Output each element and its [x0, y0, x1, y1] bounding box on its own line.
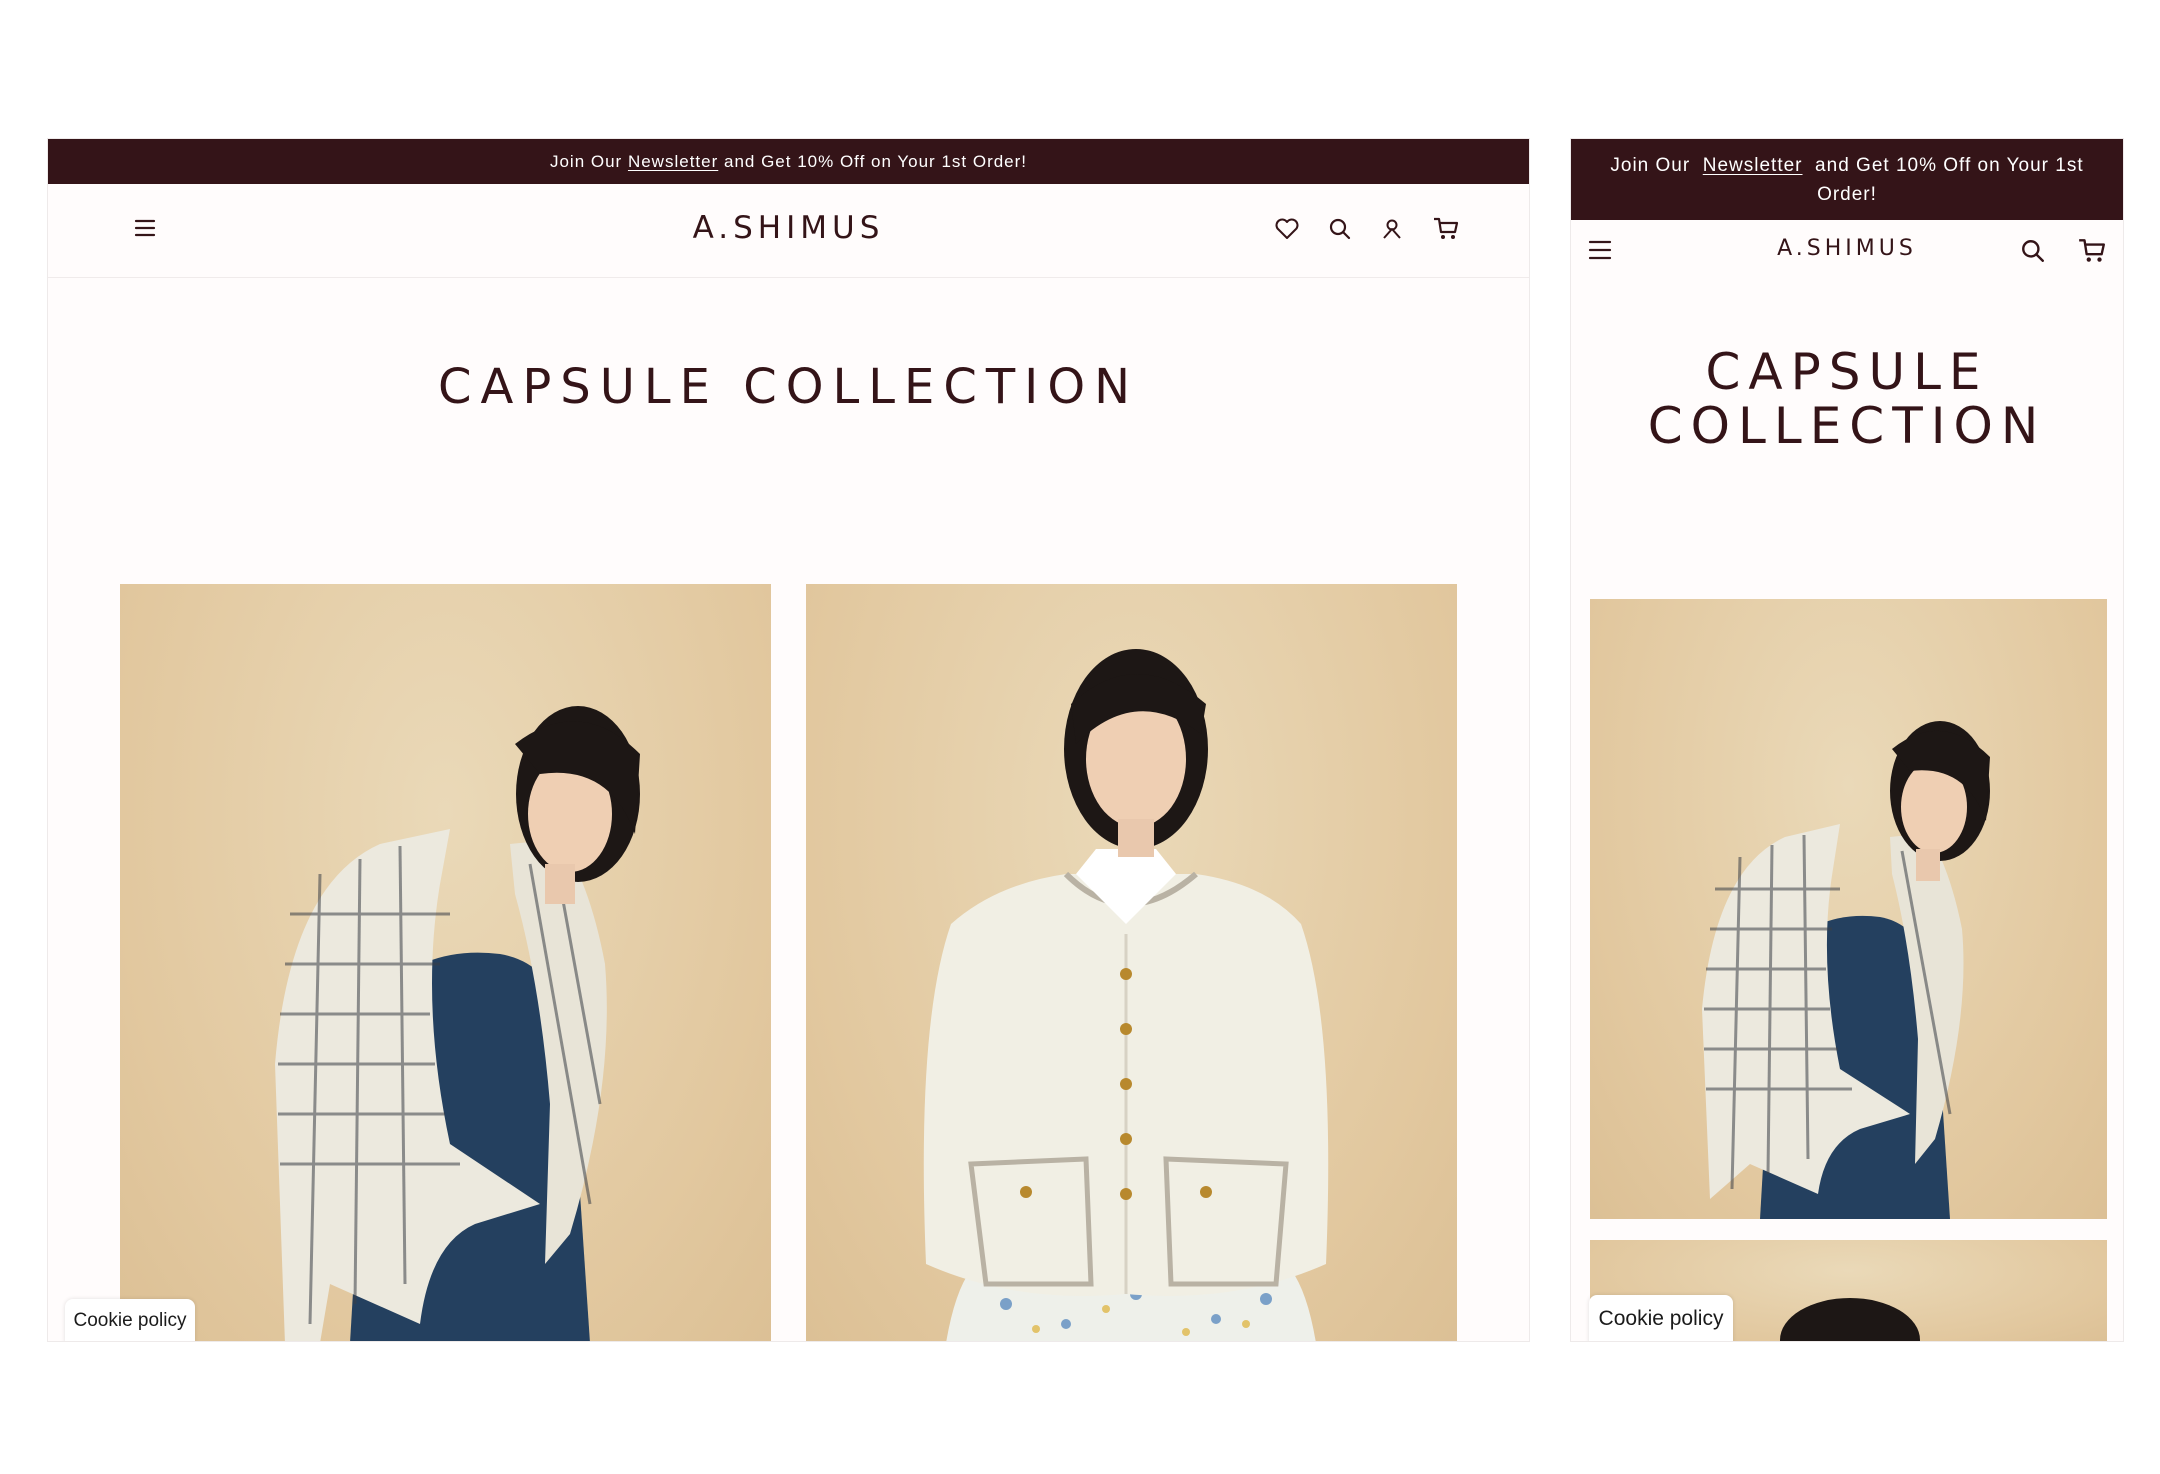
newsletter-link[interactable]: Newsletter: [628, 152, 718, 172]
heart-icon[interactable]: [1274, 217, 1300, 241]
announcement-suffix: and Get 10% Off on Your 1st Order!: [724, 151, 1028, 171]
announcement-bar: Join Our Newsletter and Get 10% Off on Y…: [48, 139, 1529, 184]
site-header: A.SHIMUS: [48, 184, 1529, 278]
product-image-tweed-jacket[interactable]: [120, 584, 771, 1341]
product-image-tweed-jacket[interactable]: [1590, 599, 2107, 1219]
desktop-view: Join Our Newsletter and Get 10% Off on Y…: [47, 138, 1530, 1342]
site-header: A.SHIMUS: [1571, 220, 2123, 280]
cart-icon[interactable]: [1432, 216, 1460, 242]
announcement-suffix: and Get 10% Off on Your 1st Order!: [1808, 154, 2084, 205]
search-icon[interactable]: [1328, 217, 1352, 241]
brand-logo[interactable]: A.SHIMUS: [48, 210, 1529, 246]
user-icon[interactable]: [1381, 217, 1403, 241]
announcement-bar: Join Our Newsletter and Get 10% Off on Y…: [1571, 139, 2123, 220]
page-title: CAPSULE COLLECTION: [1647, 343, 2047, 455]
announcement-prefix: Join Our: [1610, 154, 1697, 176]
cookie-policy-button[interactable]: Cookie policy: [65, 1299, 195, 1341]
newsletter-link[interactable]: Newsletter: [1703, 155, 1803, 176]
cart-icon[interactable]: [2077, 237, 2107, 265]
announcement-prefix: Join Our: [549, 151, 623, 171]
cookie-policy-button[interactable]: Cookie policy: [1589, 1295, 1733, 1341]
search-icon[interactable]: [2020, 238, 2046, 264]
mobile-view: Join Our Newsletter and Get 10% Off on Y…: [1570, 138, 2124, 1342]
page-title: CAPSULE COLLECTION: [437, 359, 1139, 415]
product-image-knit-cardigan[interactable]: [806, 584, 1457, 1341]
